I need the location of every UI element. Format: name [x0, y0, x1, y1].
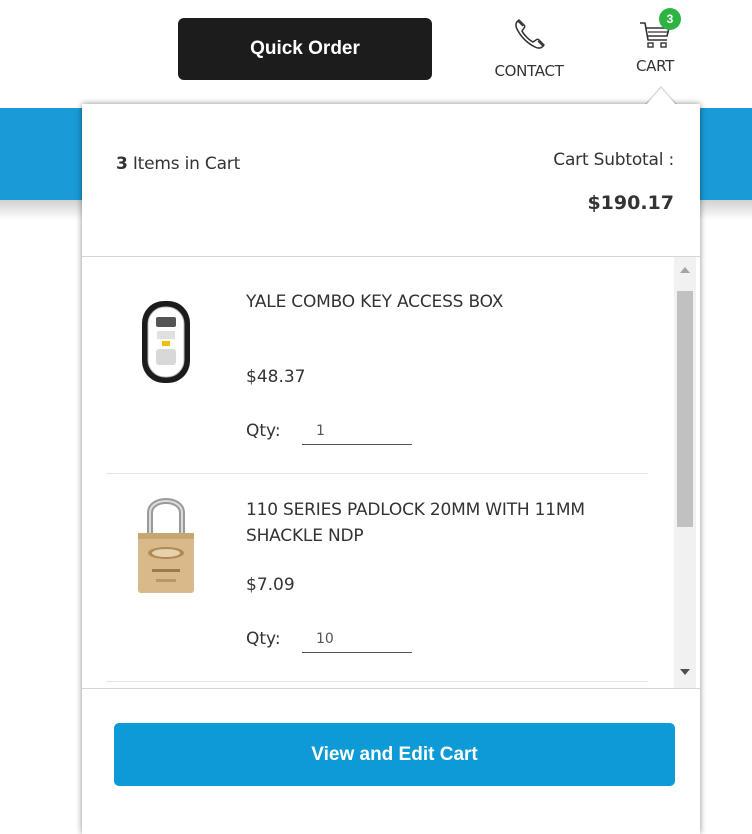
item-name[interactable]: YALE COMBO KEY ACCESS BOX: [246, 289, 636, 315]
background-banner-right: [700, 108, 752, 200]
scroll-down-arrow-icon[interactable]: [680, 669, 690, 675]
key-lockbox-image[interactable]: [126, 291, 206, 391]
cart-label: CART: [635, 57, 675, 75]
items-in-cart-text: Items in Cart: [127, 154, 241, 174]
cart-item-list: YALE COMBO KEY ACCESS BOX $48.37 Qty: 11…: [82, 257, 672, 688]
background-banner-left: [0, 108, 82, 200]
item-count-number: 3: [116, 154, 128, 174]
scrollbar[interactable]: [674, 257, 696, 688]
item-name[interactable]: 110 SERIES PADLOCK 20MM WITH 11MM SHACKL…: [246, 497, 636, 549]
qty-input[interactable]: [302, 625, 412, 653]
padlock-image[interactable]: [126, 489, 206, 593]
scroll-up-arrow-icon[interactable]: [680, 267, 690, 273]
qty-input[interactable]: [302, 417, 412, 445]
view-and-edit-cart-button[interactable]: View and Edit Cart: [114, 723, 675, 786]
cart-item: 110 SERIES PADLOCK 20MM WITH 11MM SHACKL…: [106, 475, 648, 682]
quick-order-button[interactable]: Quick Order: [178, 18, 432, 80]
minicart-dropdown: 3 Items in Cart Cart Subtotal : $190.17 …: [82, 104, 700, 834]
phone-icon: [509, 14, 549, 59]
cart-items-count: 3 Items in Cart: [116, 154, 240, 174]
subtotal-label: Cart Subtotal :: [553, 150, 674, 170]
cart-item: YALE COMBO KEY ACCESS BOX $48.37 Qty:: [106, 267, 648, 474]
qty-label: Qty:: [246, 629, 281, 649]
background-shadow-left: [0, 200, 82, 220]
cart-count-badge: 3: [659, 8, 681, 30]
qty-label: Qty:: [246, 421, 281, 441]
item-price: $48.37: [246, 367, 306, 387]
contact-link[interactable]: CONTACT: [474, 14, 584, 80]
divider: [82, 688, 700, 689]
cart-icon: 3: [635, 8, 681, 54]
item-price: $7.09: [246, 575, 295, 595]
subtotal-value: $190.17: [587, 192, 674, 214]
scroll-thumb[interactable]: [677, 291, 693, 527]
contact-label: CONTACT: [494, 62, 564, 80]
dropdown-caret-inner: [646, 88, 676, 105]
cart-link[interactable]: 3 CART: [612, 8, 698, 75]
background-shadow-right: [700, 200, 752, 220]
